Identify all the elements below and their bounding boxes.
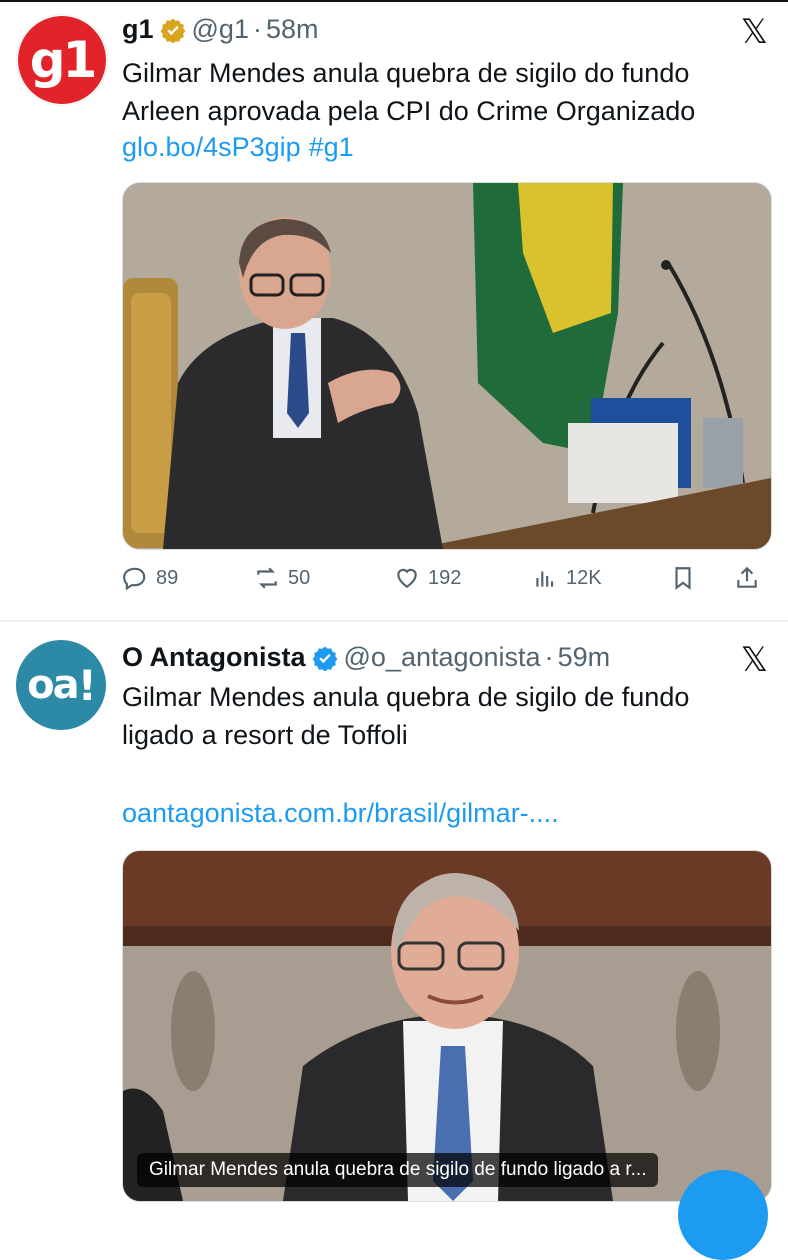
tweet-links: oantagonista.com.br/brasil/gilmar-.... xyxy=(122,798,567,829)
gold-verified-badge-icon xyxy=(160,17,186,43)
tweet-header: g1 @g1 · 58m xyxy=(122,14,319,45)
like-count: 192 xyxy=(428,566,462,589)
card-caption: Gilmar Mendes anula quebra de sigilo de … xyxy=(137,1153,659,1187)
share-button[interactable] xyxy=(734,565,760,591)
tweet-actions: 89 50 192 12K xyxy=(122,565,770,595)
g1-logo: g1 xyxy=(18,16,106,104)
x-logo-icon: 𝕏 xyxy=(740,12,768,52)
avatar-g1[interactable]: g1 xyxy=(16,14,108,106)
reply-count: 89 xyxy=(156,566,179,589)
blue-verified-badge-icon xyxy=(312,645,338,671)
tweet-links: glo.bo/4sP3gip #g1 xyxy=(122,132,362,163)
x-logo-icon: 𝕏 xyxy=(740,640,768,680)
separator: · xyxy=(252,14,262,44)
share-icon xyxy=(737,566,757,588)
compose-button[interactable] xyxy=(678,1170,768,1260)
hashtag-link[interactable]: #g1 xyxy=(309,132,354,162)
oa-logo-mark: ! xyxy=(77,660,97,710)
tweet-text: Gilmar Mendes anula quebra de sigilo de … xyxy=(122,682,690,750)
repost-icon xyxy=(257,567,277,589)
author-name[interactable]: g1 xyxy=(122,14,154,45)
oa-logo: oa xyxy=(27,662,80,708)
bookmark-icon xyxy=(675,567,691,590)
tweet-g1[interactable]: g1 g1 @g1 · 58m 𝕏 Gilmar Mendes anula qu… xyxy=(0,2,788,620)
author-name[interactable]: O Antagonista xyxy=(122,642,306,673)
url-link[interactable]: glo.bo/4sP3gip xyxy=(122,132,301,162)
reply-button[interactable]: 89 xyxy=(122,565,178,591)
bookmark-button[interactable] xyxy=(670,565,696,591)
tweet-o-antagonista[interactable]: oa! O Antagonista @o_antagonista · 59m 𝕏… xyxy=(0,622,788,1202)
separator: · xyxy=(544,642,554,672)
tweet-photo[interactable] xyxy=(122,182,772,550)
reply-icon xyxy=(123,567,146,591)
photo-judge-at-bench xyxy=(123,183,771,549)
like-button[interactable]: 192 xyxy=(394,565,461,591)
views-button[interactable]: 12K xyxy=(532,565,602,591)
avatar-o-antagonista[interactable]: oa! xyxy=(16,640,106,730)
author-handle[interactable]: @o_antagonista xyxy=(344,642,541,673)
repost-button[interactable]: 50 xyxy=(254,565,310,591)
heart-icon xyxy=(397,568,417,588)
timestamp[interactable]: 59m xyxy=(558,642,611,673)
views-icon xyxy=(536,571,554,587)
author-handle[interactable]: @g1 xyxy=(192,14,249,45)
tweet-text: Gilmar Mendes anula quebra de sigilo do … xyxy=(122,58,696,126)
timestamp[interactable]: 58m xyxy=(266,14,319,45)
view-count: 12K xyxy=(566,566,602,589)
tweet-header: O Antagonista @o_antagonista · 59m xyxy=(122,642,610,673)
photo-judge-smiling xyxy=(123,851,771,1201)
link-card[interactable]: Gilmar Mendes anula quebra de sigilo de … xyxy=(122,850,772,1202)
url-link[interactable]: oantagonista.com.br/brasil/gilmar-.... xyxy=(122,798,559,828)
repost-count: 50 xyxy=(288,566,311,589)
